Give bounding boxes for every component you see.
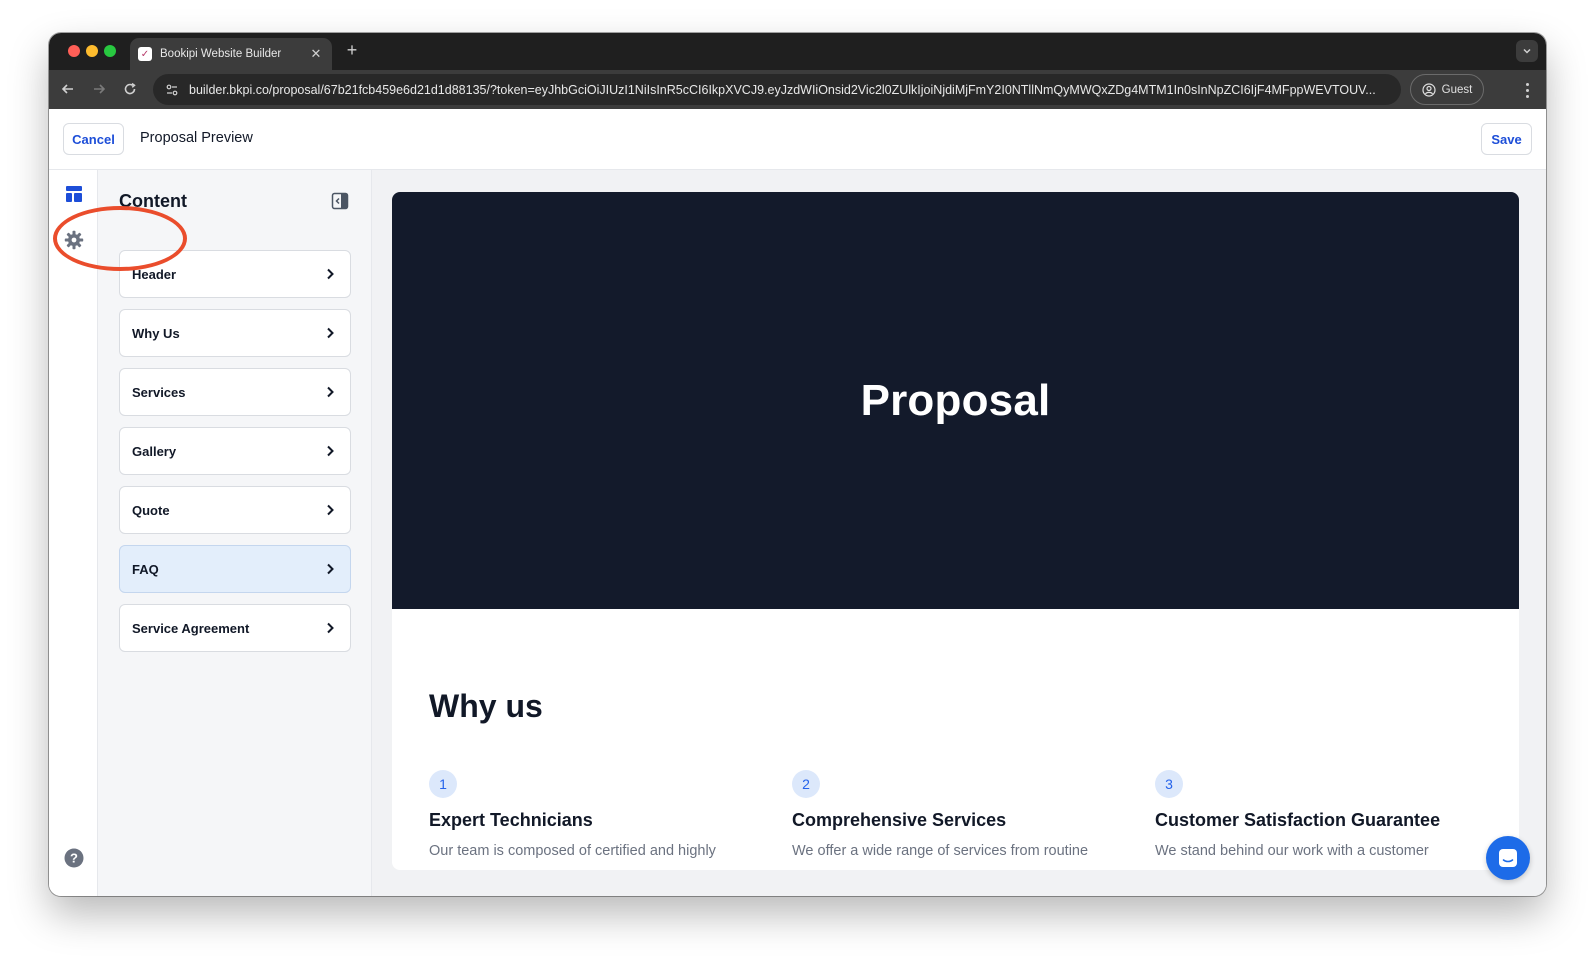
profile-button[interactable]: Guest [1410, 74, 1484, 105]
sidebar-item-label: FAQ [132, 561, 159, 577]
site-info-icon[interactable] [163, 81, 181, 99]
sidebar-item-header[interactable]: Header [119, 250, 351, 298]
sidebar-item-faq[interactable]: FAQ [119, 545, 351, 593]
panel-title: Content [119, 191, 187, 211]
tab-strip: ✓ Bookipi Website Builder ✕ + [49, 33, 1546, 70]
feature-title: Customer Satisfaction Guarantee [1155, 810, 1441, 830]
feature-card: 3 Customer Satisfaction Guarantee We sta… [1155, 770, 1485, 859]
feature-description: Our team is composed of certified and hi… [429, 843, 716, 859]
sidebar-item-quote[interactable]: Quote [119, 486, 351, 534]
bookipi-favicon-icon: ✓ [138, 47, 152, 61]
arrow-right-icon [94, 84, 106, 94]
reload-button[interactable] [119, 78, 141, 100]
minimize-window-button[interactable] [86, 45, 98, 57]
save-button[interactable]: Save [1481, 123, 1532, 155]
gear-icon[interactable] [63, 229, 84, 250]
tab-search-button[interactable] [1516, 40, 1538, 62]
arrow-left-icon [61, 84, 73, 94]
address-bar[interactable]: builder.bkpi.co/proposal/67b21fcb459e6d2… [153, 74, 1401, 105]
chevron-right-icon [322, 561, 338, 577]
help-icon[interactable]: ? [63, 847, 84, 868]
browser-window: ✓ Bookipi Website Builder ✕ + builder.bk… [49, 33, 1546, 896]
feature-description: We stand behind our work with a customer [1155, 843, 1429, 859]
maximize-window-button[interactable] [104, 45, 116, 57]
tab-close-icon[interactable]: ✕ [308, 46, 324, 62]
browser-menu-button[interactable] [1518, 79, 1536, 101]
chevron-right-icon [322, 620, 338, 636]
chevron-right-icon [322, 443, 338, 459]
sidebar-item-label: Quote [132, 502, 170, 518]
why-us-heading: Why us [429, 688, 543, 724]
feature-title: Comprehensive Services [792, 810, 1007, 830]
chevron-right-icon [322, 502, 338, 518]
page-title: Proposal Preview [140, 130, 253, 146]
app-header: Cancel Proposal Preview Save [49, 109, 1546, 170]
feature-number-badge: 1 [429, 770, 457, 798]
cancel-button[interactable]: Cancel [63, 123, 124, 155]
sidebar-item-gallery[interactable]: Gallery [119, 427, 351, 475]
feature-description: We offer a wide range of services from r… [792, 843, 1089, 859]
collapse-panel-icon[interactable] [331, 192, 349, 210]
layout-icon[interactable] [63, 183, 84, 204]
sidebar-item-services[interactable]: Services [119, 368, 351, 416]
sidebar-item-label: Gallery [132, 443, 177, 459]
preview-canvas: Proposal Why us 1 Expert Technicians Our… [372, 170, 1546, 896]
chevron-right-icon [322, 325, 338, 341]
left-rail: ? [49, 170, 98, 896]
feature-card: 2 Comprehensive Services We offer a wide… [792, 770, 1122, 859]
sidebar-item-label: Service Agreement [132, 620, 250, 636]
sidebar-item-service-agreement[interactable]: Service Agreement [119, 604, 351, 652]
chevron-right-icon [322, 384, 338, 400]
svg-text:?: ? [70, 850, 78, 865]
close-window-button[interactable] [68, 45, 80, 57]
feature-number-badge: 2 [792, 770, 820, 798]
reload-icon [124, 82, 136, 95]
tab-title: Bookipi Website Builder [160, 48, 282, 60]
browser-tab[interactable]: ✓ Bookipi Website Builder ✕ [130, 38, 332, 70]
profile-icon [1422, 82, 1436, 97]
profile-label: Guest [1441, 83, 1473, 96]
sidebar-item-label: Services [132, 384, 186, 400]
chat-icon [1499, 849, 1517, 867]
url-text: builder.bkpi.co/proposal/67b21fcb459e6d2… [189, 82, 1376, 97]
sidebar-item-why-us[interactable]: Why Us [119, 309, 351, 357]
proposal-preview: Proposal Why us 1 Expert Technicians Our… [392, 192, 1519, 870]
hero-section[interactable]: Proposal [392, 192, 1519, 609]
back-button[interactable] [57, 78, 79, 100]
chat-widget-button[interactable] [1486, 836, 1530, 880]
browser-toolbar: builder.bkpi.co/proposal/67b21fcb459e6d2… [49, 70, 1546, 109]
new-tab-button[interactable]: + [342, 40, 362, 61]
sidebar-item-label: Why Us [132, 325, 180, 341]
sidebar-item-label: Header [132, 266, 177, 282]
chevron-down-icon [1523, 48, 1531, 54]
forward-button[interactable] [88, 78, 110, 100]
feature-number-badge: 3 [1155, 770, 1183, 798]
feature-card: 1 Expert Technicians Our team is compose… [429, 770, 759, 859]
chevron-right-icon [322, 266, 338, 282]
feature-title: Expert Technicians [429, 810, 593, 830]
hero-title: Proposal [860, 375, 1051, 425]
content-panel: Content Header Why Us Services Gallery Q… [98, 170, 372, 896]
